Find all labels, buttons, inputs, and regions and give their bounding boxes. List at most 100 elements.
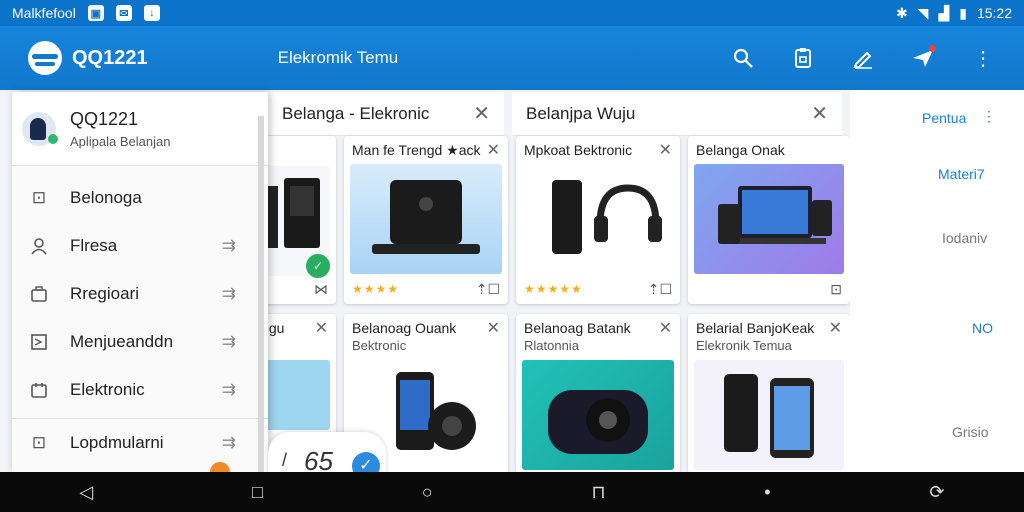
carrier-label: Malkfefool [12,5,76,21]
rail-item[interactable]: Iodaniv [942,230,987,246]
speaker-device-image [350,164,502,274]
close-icon[interactable]: ✕ [811,101,828,126]
share-icon[interactable]: ⇡☐ [648,281,672,298]
navigation-drawer: QQ1221 Aplipala Belanjan ⊡ Belonoga Flre… [12,92,268,472]
slash-icon: / [282,450,288,470]
list-icon: ⊡ [31,188,47,207]
wifi-icon: ◥ [917,4,929,21]
close-icon[interactable]: ✕ [659,318,672,338]
drawer-item-lopdmularni[interactable]: ⊡ Lopdmularni ⇉ [12,419,268,467]
product-card[interactable]: Belanga Onak ⊡ [688,136,850,304]
card-title: Belanoag Batank [524,320,631,336]
tab-title: Belanga - Elekronic [282,103,430,123]
mail-icon: ✉ [115,5,132,21]
close-icon[interactable]: ✕ [487,140,500,160]
calendar-icon [28,379,50,401]
card-title: Belanoag Ouank [352,320,457,336]
share-arrow-icon[interactable]: ⇉ [222,332,236,352]
drawer-item-belonoga[interactable]: ⊡ Belonoga [12,174,268,222]
recents-icon[interactable]: □ [252,482,263,503]
edit-icon[interactable] [850,45,876,71]
system-nav-bar: ◁ □ ○ ⊓ • ⟳ [0,472,1024,512]
battery-icon: ▮ [959,4,967,21]
signal-icon: ▟ [938,4,950,21]
card-title: Belanga Onak [696,142,785,158]
product-card[interactable]: Mpkoat Bektronic ✕ ★★★★★ ⇡☐ [516,136,680,304]
drawer-user-name: QQ1221 [70,108,139,129]
close-icon[interactable]: ✕ [315,318,328,338]
bookmark-icon[interactable]: ⋈ [314,281,328,298]
briefcase-icon [28,283,50,305]
share-icon[interactable]: ⇡☐ [476,281,500,298]
card-subtitle: Rlatonnia [524,338,579,353]
bluetooth-icon: ✱ [895,4,908,21]
rating-stars: ★★★★★ [524,282,583,296]
close-icon[interactable]: ✕ [473,101,490,126]
share-arrow-icon[interactable]: ⇉ [222,380,236,400]
app-name: QQ1221 [72,46,148,69]
product-card[interactable]: Belanoag Batank Rlatonnia ✕ [516,314,680,472]
product-card[interactable]: Man fe Trengd ★ack ✕ ★★★★ ⇡☐ [344,136,508,304]
more-icon[interactable]: ⋮ [970,45,996,71]
dot-icon[interactable]: • [764,482,770,503]
share-arrow-icon[interactable]: ⇉ [222,236,236,256]
clipboard-icon[interactable] [790,45,816,71]
drawer-item-flresa[interactable]: Flresa ⇉ [12,222,268,270]
app-bar: QQ1221 Elekromik Temu ⋮ [0,26,1024,90]
person-icon [28,235,50,257]
clock: 15:22 [976,5,1012,21]
tab-belanjpa-wuju[interactable]: Belanjpa Wuju ✕ [512,92,842,136]
card-title: Belarial BanjoKeak [696,320,815,336]
drawer-user-subtitle: Aplipala Belanjan [70,133,171,149]
status-bar: Malkfefool ▣ ✉ ↓ ✱ ◥ ▟ ▮ 15:22 [0,0,1024,26]
close-icon[interactable]: ✕ [829,318,842,338]
rail-item[interactable]: NO [972,320,993,336]
close-icon[interactable]: ⋮ [982,108,996,125]
drawer-item-label: Flresa [70,236,118,255]
rail-item[interactable]: Pentua [922,110,966,126]
card-title: Man fe Trengd ★ack [352,142,481,158]
right-rail: Pentua ⋮ Materi7 Iodaniv NO Grisio [850,90,1024,472]
drawer-item-label: Elektronic [70,380,145,399]
drawer-item-label: Rregioari [70,284,139,303]
rail-item[interactable]: Grisio [952,424,989,440]
drawer-item-label: Lopdmularni [70,433,164,452]
drawer-item-label: Belonoga [70,188,142,207]
product-card[interactable]: Belarial BanjoKeak Elekronik Temua ✕ [688,314,850,472]
verified-icon: ✓ [306,254,330,278]
subwoofer-image [522,360,674,470]
rotate-icon[interactable]: ⟳ [929,482,944,503]
back-icon[interactable]: ◁ [79,482,93,503]
drawer-item-rregioari[interactable]: Rregioari ⇉ [12,270,268,318]
card-subtitle: Elekronik Temua [696,338,792,353]
expand-icon[interactable]: ⊡ [830,281,842,298]
drawer-item-menjueanddn[interactable]: Menjueanddn ⇉ [12,318,268,366]
drawer-item-label: Menjueanddn [70,332,174,351]
app-logo-icon[interactable] [28,41,62,75]
send-icon[interactable] [910,45,936,71]
online-badge [48,133,58,144]
drawer-scrollbar[interactable] [258,116,264,472]
share-arrow-icon[interactable]: ⇉ [222,433,236,453]
download-icon: ↓ [143,5,160,21]
rating-stars: ★★★★ [352,282,400,296]
card-title: Mpkoat Bektronic [524,142,633,158]
bookmark-icon[interactable]: ⊓ [591,482,605,503]
phones-image [694,360,844,470]
card-subtitle: Bektronic [352,338,407,353]
tab-belanga-elekronic[interactable]: Belanga - Elekronic ✕ [268,92,504,136]
avatar[interactable] [22,111,58,146]
drawer-item-elektronic[interactable]: Elektronic ⇉ [12,366,268,414]
grid-icon: ⊡ [31,433,47,452]
search-icon[interactable] [730,45,756,71]
headphones-image [522,164,674,274]
tab-title: Belanjpa Wuju [526,103,636,123]
drawer-header: QQ1221 Aplipala Belanjan [12,92,268,166]
devices-image [694,164,844,274]
share-arrow-icon[interactable]: ⇉ [222,284,236,304]
close-icon[interactable]: ✕ [487,318,500,338]
rail-item[interactable]: Materi7 [938,166,985,182]
close-icon[interactable]: ✕ [659,140,672,160]
tag-icon [28,331,50,353]
home-icon[interactable]: ○ [422,482,433,503]
